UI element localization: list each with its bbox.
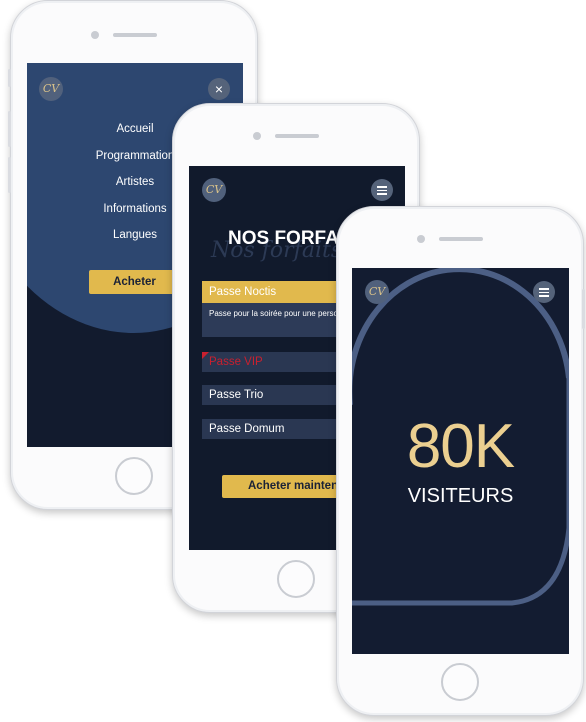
mute-switch: [8, 69, 11, 87]
hamburger-icon[interactable]: [533, 281, 555, 303]
speaker: [275, 134, 319, 138]
front-camera: [417, 235, 425, 243]
phone-stats: CV 80K VISITEURS: [336, 206, 585, 716]
logo-icon[interactable]: CV: [202, 178, 226, 202]
speaker: [113, 33, 157, 37]
vip-corner-flag: [202, 352, 209, 359]
front-camera: [91, 31, 99, 39]
pass-label-vip: Passe VIP: [209, 356, 263, 368]
volume-down: [8, 157, 11, 193]
home-button: [115, 457, 153, 495]
volume-up: [8, 111, 11, 147]
power-button: [582, 289, 585, 329]
hamburger-icon[interactable]: [371, 179, 393, 201]
front-camera: [253, 132, 261, 140]
visitor-count: 80K: [406, 412, 515, 481]
logo-icon[interactable]: CV: [365, 280, 389, 304]
home-button: [441, 663, 479, 701]
home-button: [277, 560, 315, 598]
close-icon[interactable]: ×: [208, 78, 230, 100]
buy-button[interactable]: Acheter: [89, 270, 180, 294]
logo-icon[interactable]: CV: [39, 77, 63, 101]
stats-screen: CV 80K VISITEURS: [352, 268, 569, 654]
speaker: [439, 237, 483, 241]
visitor-caption: VISITEURS: [407, 485, 514, 507]
